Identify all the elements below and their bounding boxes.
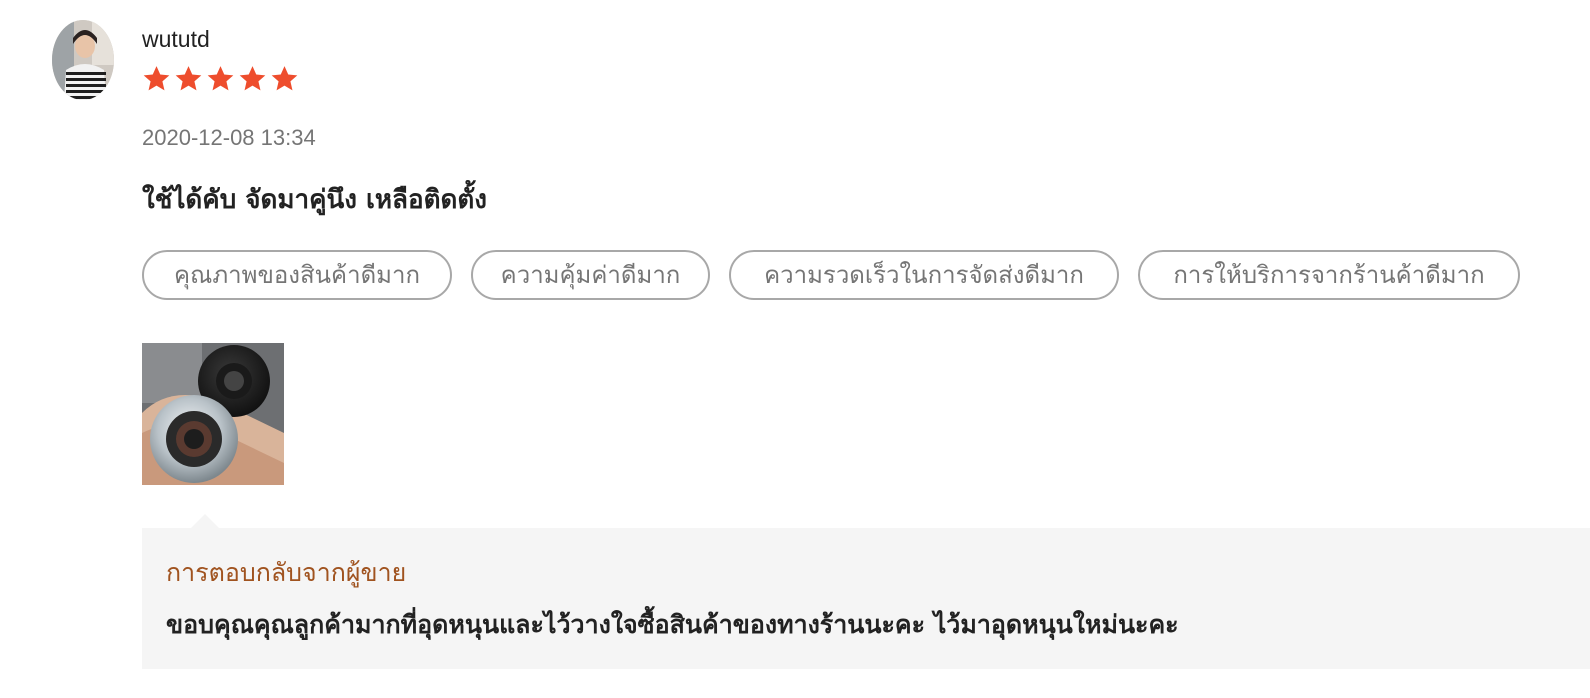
review-tags: คุณภาพของสินค้าดีมาก ความคุ้มค่าดีมาก คว… — [142, 250, 1520, 300]
user-avatar[interactable] — [52, 20, 114, 100]
star-icon — [271, 66, 298, 91]
review-tag-delivery-speed[interactable]: ความรวดเร็วในการจัดส่งดีมาก — [729, 250, 1119, 300]
review-tag-value[interactable]: ความคุ้มค่าดีมาก — [471, 250, 710, 300]
review-media-thumbnail[interactable] — [142, 343, 284, 485]
seller-reply: การตอบกลับจากผู้ขาย ขอบคุณคุณลูกค้ามากที… — [142, 528, 1590, 669]
review-timestamp: 2020-12-08 13:34 — [142, 125, 316, 150]
star-icon — [143, 66, 170, 91]
review-tag-seller-service[interactable]: การให้บริการจากร้านค้าดีมาก — [1138, 250, 1520, 300]
star-icon — [239, 66, 266, 91]
avatar-photo-icon — [52, 20, 114, 100]
reply-pointer — [191, 514, 219, 528]
seller-reply-heading: การตอบกลับจากผู้ขาย — [166, 558, 407, 587]
product-photo-icon — [142, 343, 284, 485]
star-rating — [142, 64, 299, 93]
seller-reply-text: ขอบคุณคุณลูกค้ามากที่อุดหนุนและไว้วางใจซ… — [166, 610, 1179, 639]
review-tag-quality[interactable]: คุณภาพของสินค้าดีมาก — [142, 250, 452, 300]
review-comment: ใช้ได้คับ จัดมาคู่นึง เหลือติดตั้ง — [142, 185, 487, 215]
reviewer-username[interactable]: wututd — [142, 25, 210, 53]
star-icon — [207, 66, 234, 91]
product-review: wututd 2020-12-08 13:34 ใช้ได้คับ จัดมาค… — [0, 0, 1590, 698]
star-icon — [175, 66, 202, 91]
